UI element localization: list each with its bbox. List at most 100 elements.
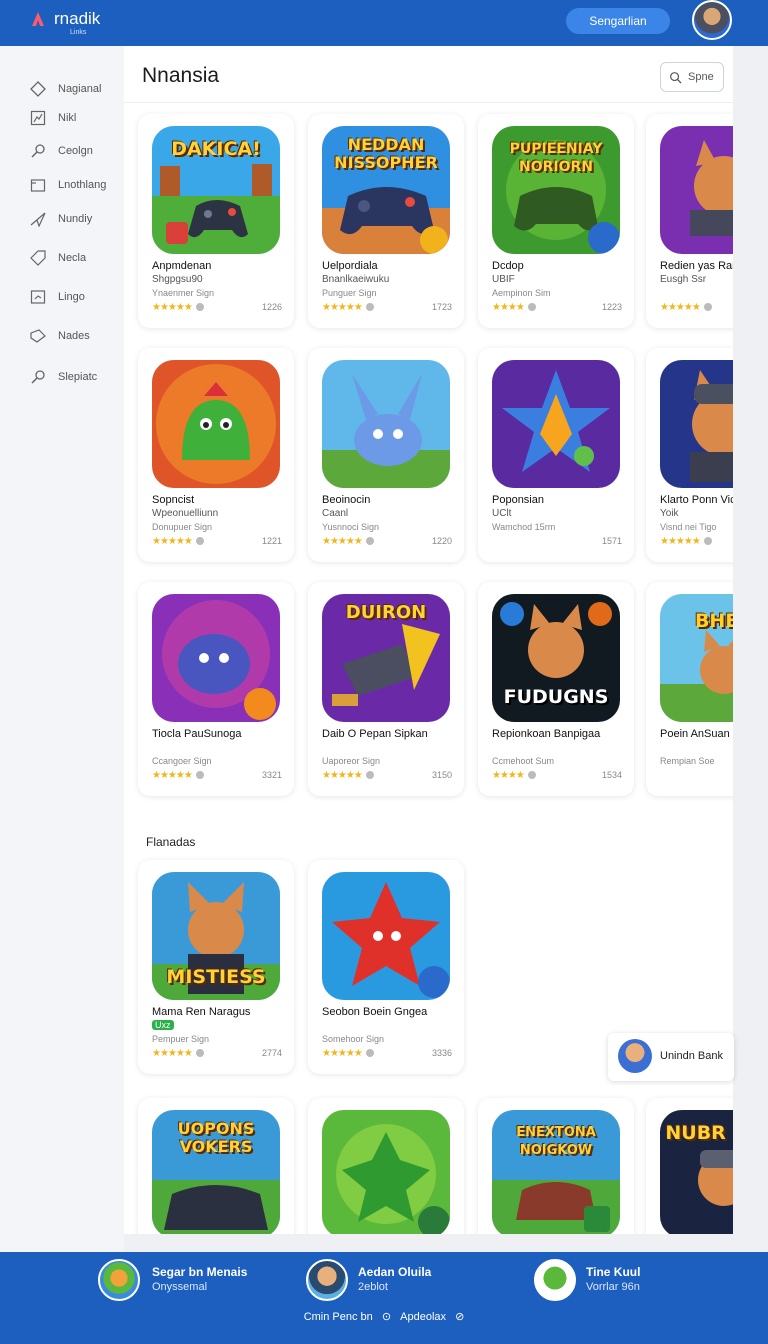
app-developer: Visnd nei Tigo [660,522,717,532]
search-placeholder: Spne [688,71,714,83]
sidebar-item-necla[interactable]: Necla [30,247,86,269]
app-tile[interactable]: DAKICA! [152,126,280,254]
app-card[interactable]: PUPIEENIAY NORIORN Dcdop UBIF Aempinon S… [478,114,634,328]
top-bar: rnadik Links Sengarlian [0,0,768,46]
app-card[interactable]: Klarto Ponn Vic Yoik Visnd nei Tigo ★★★★… [646,348,733,562]
footer-link-left[interactable]: Cmin Penc bn [304,1311,373,1323]
footer-user-name[interactable]: Segar bn Menais [152,1265,247,1279]
app-subtitle: Yoik [660,508,679,519]
app-tile[interactable]: ENEXTONA NOIGKOW [492,1110,620,1234]
app-card[interactable]: Redien yas Ram Eusgh Ssr ★★★★★ [646,114,733,328]
app-tile[interactable] [660,126,733,254]
app-subtitle: UClt [492,508,512,519]
search-icon [31,144,45,158]
sidebar-item-nundiy[interactable]: Nundiy [30,208,92,230]
sidebar: Nagianal Nikl Ceolgn Lnothlang Nundiy Ne… [0,46,124,1252]
sidebar-item-lingo[interactable]: Lingo [30,286,85,308]
app-name: Repionkoan Banpigaa [492,728,601,740]
diamond-icon [30,81,46,97]
app-name: Redien yas Ram [660,260,733,272]
rating-stars: ★★★★★ [322,770,374,781]
user-avatar[interactable] [692,0,732,40]
send-icon [30,212,46,227]
app-subtitle: UBIF [492,274,515,285]
tile-title: PUPIEENIAY NORIORN [509,141,603,175]
search-icon [31,370,45,384]
footer-avatar[interactable] [534,1259,576,1301]
app-tile[interactable]: MISTIESS [152,872,280,1000]
app-card[interactable]: NUBR KISA [646,1098,733,1234]
app-tile[interactable] [322,872,450,1000]
app-card[interactable]: Poponsian UClt Wamchod 15rm 1571 [478,348,634,562]
footer-avatar[interactable] [98,1259,140,1301]
search-input[interactable]: Spne [660,62,724,92]
app-card[interactable]: DAKICA! Anpmdenan Shgpgsu90 Ynaenmer Sig… [138,114,294,328]
sidebar-item-label: Nundiy [58,213,93,225]
bunny-icon [322,360,450,488]
sidebar-item-label: Slepiatc [58,371,98,383]
app-card[interactable]: MISTIESS Mama Ren Naragus Uxz Pempuer Si… [138,860,294,1074]
footer-user-name[interactable]: Aedan Oluila [358,1265,431,1279]
sidebar-item-ceolgn[interactable]: Ceolgn [30,140,93,162]
rating-count: 3150 [431,770,452,780]
app-card[interactable] [308,1098,464,1234]
app-name: Poein AnSuan [660,728,730,740]
app-subtitle: Bnanlkaeiwuku [322,274,390,285]
app-name: Daib O Pepan Sipkan [322,728,428,740]
app-card[interactable]: NEDDAN NISSOPHER Uelpordiala Bnanlkaeiwu… [308,114,464,328]
app-card[interactable]: Seobon Boein Gngea Somehoor Sign ★★★★★ 3… [308,860,464,1074]
app-tile[interactable]: NEDDAN NISSOPHER [322,126,450,254]
star-icon [322,872,450,1000]
footer-link-right[interactable]: Apdeolax [400,1311,446,1323]
sidebar-item-nades[interactable]: Nades [30,325,90,347]
footer-avatar[interactable] [306,1259,348,1301]
primary-action-button[interactable]: Sengarlian [566,8,670,34]
app-tile[interactable] [660,360,733,488]
app-developer: Ccmehoot Sum [492,756,555,766]
app-tile[interactable] [152,594,280,722]
app-card[interactable]: ENEXTONA NOIGKOW [478,1098,634,1234]
tile-title: UOPONS VOKERS [177,1119,255,1156]
app-name: Anpmdenan [152,260,212,272]
app-tile[interactable]: NUBR KISA [660,1110,733,1234]
rating-count: 1221 [261,536,282,546]
app-tile[interactable] [152,360,280,488]
app-card[interactable]: DUIRON Daib O Pepan Sipkan Uaporeor Sign… [308,582,464,796]
sidebar-item-label: Nades [58,330,90,342]
app-card[interactable]: FUDUGNS Repionkoan Banpigaa Ccmehoot Sum… [478,582,634,796]
app-tile[interactable]: FUDUGNS [492,594,620,722]
app-name: Sopncist [152,494,195,506]
app-name: Seobon Boein Gngea [322,1006,428,1018]
app-card[interactable]: Beoinocin Caanl Yusnnoci Sign ★★★★★ 1220 [308,348,464,562]
creature-icon [322,1110,450,1234]
app-tile[interactable] [322,360,450,488]
app-name: Poponsian [492,494,544,506]
app-tile[interactable]: BHEK [660,594,733,722]
app-name: Mama Ren Naragus [152,1006,251,1018]
chart-icon [30,110,46,126]
app-name: Uelpordiala [322,260,378,272]
sidebar-item-lnothlang[interactable]: Lnothlang [30,174,106,196]
rating-stars: ★★★★★ [322,536,374,547]
app-tile[interactable]: DUIRON [322,594,450,722]
footer: Segar bn Menais Onyssemal Aedan Oluila 2… [0,1252,768,1344]
app-card[interactable]: Sopncist Wpeonuelliunn Donupuer Sign ★★★… [138,348,294,562]
sidebar-item-slepiatc[interactable]: Slepiatc [30,366,97,388]
app-tile[interactable] [322,1110,450,1234]
sidebar-item-nagianal[interactable]: Nagianal [30,78,101,100]
app-tile[interactable]: UOPONS VOKERS [152,1110,280,1234]
app-card[interactable]: UOPONS VOKERS [138,1098,294,1234]
app-tile[interactable] [492,360,620,488]
info-icon: ⊘ [455,1311,465,1323]
app-tile[interactable]: PUPIEENIAY NORIORN [492,126,620,254]
notification-toast[interactable]: Unindn Bank [608,1033,734,1081]
app-name: Dcdop [492,260,524,272]
footer-user-name[interactable]: Tine Kuul [586,1265,640,1279]
app-card[interactable]: BHEK Poein AnSuan Rempian Soe [646,582,733,796]
rating-stars: ★★★★★ [322,1048,374,1059]
sidebar-item-nikl[interactable]: Nikl [30,107,76,129]
rating-stars: ★★★★★ [322,302,374,313]
app-card[interactable]: Tiocla PauSunoga Ccangoer Sign ★★★★★ 332… [138,582,294,796]
rating-count: 1534 [601,770,622,780]
app-developer: Punguer Sign [322,288,377,298]
